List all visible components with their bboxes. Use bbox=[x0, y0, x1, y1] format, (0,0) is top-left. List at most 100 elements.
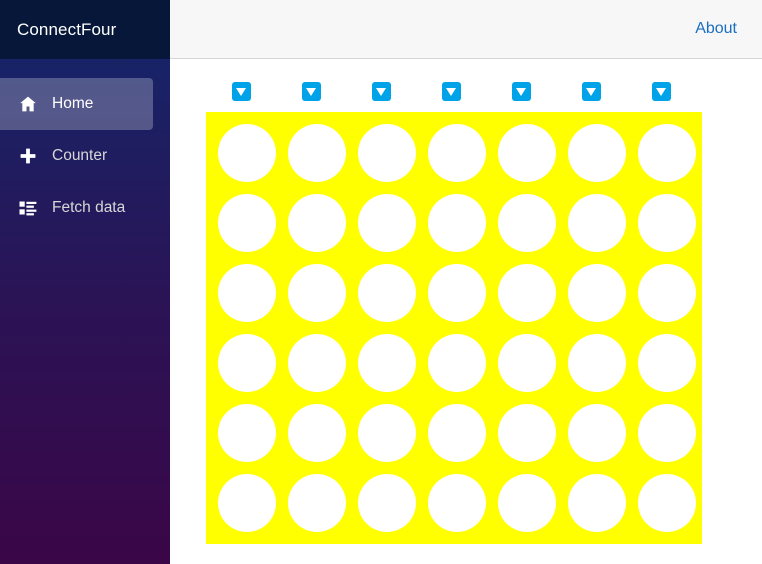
board-cell[interactable] bbox=[632, 328, 702, 398]
disc-empty bbox=[428, 124, 486, 182]
disc-empty bbox=[288, 404, 346, 462]
board-cell[interactable] bbox=[562, 258, 632, 328]
drop-button-column-3[interactable] bbox=[371, 82, 391, 101]
chevron-down-icon bbox=[586, 87, 596, 96]
disc-empty bbox=[638, 334, 696, 392]
board-cell[interactable] bbox=[212, 188, 282, 258]
sidebar-nav-list: Home Counter Fetch data bbox=[0, 59, 170, 234]
about-link[interactable]: About bbox=[695, 20, 737, 38]
drop-button-row bbox=[170, 59, 762, 101]
board-cell[interactable] bbox=[632, 258, 702, 328]
board-cell[interactable] bbox=[492, 188, 562, 258]
disc-empty bbox=[358, 404, 416, 462]
chevron-down-icon bbox=[376, 87, 386, 96]
board-cell[interactable] bbox=[562, 468, 632, 538]
sidebar-item-counter[interactable]: Counter bbox=[0, 130, 153, 182]
disc-empty bbox=[288, 124, 346, 182]
board-cell[interactable] bbox=[352, 188, 422, 258]
board-cell[interactable] bbox=[562, 188, 632, 258]
disc-empty bbox=[218, 404, 276, 462]
drop-button-column-5[interactable] bbox=[511, 82, 531, 101]
drop-cell-7 bbox=[626, 82, 696, 101]
disc-empty bbox=[358, 334, 416, 392]
disc-empty bbox=[498, 474, 556, 532]
board-cell[interactable] bbox=[352, 468, 422, 538]
disc-empty bbox=[358, 194, 416, 252]
board-cell[interactable] bbox=[422, 118, 492, 188]
disc-empty bbox=[288, 334, 346, 392]
disc-empty bbox=[218, 264, 276, 322]
home-icon bbox=[17, 93, 39, 115]
board-cell[interactable] bbox=[632, 468, 702, 538]
app-root: ConnectFour Home Counter Fetch data Abou… bbox=[0, 0, 762, 564]
disc-empty bbox=[568, 404, 626, 462]
top-bar: About bbox=[170, 0, 762, 59]
board-cell[interactable] bbox=[352, 118, 422, 188]
disc-empty bbox=[498, 264, 556, 322]
board-cell[interactable] bbox=[492, 328, 562, 398]
drop-button-column-6[interactable] bbox=[581, 82, 601, 101]
board-cell[interactable] bbox=[492, 118, 562, 188]
board-cell[interactable] bbox=[632, 398, 702, 468]
disc-empty bbox=[498, 194, 556, 252]
disc-empty bbox=[218, 124, 276, 182]
disc-empty bbox=[428, 334, 486, 392]
chevron-down-icon bbox=[516, 87, 526, 96]
board-cell[interactable] bbox=[422, 328, 492, 398]
disc-empty bbox=[288, 264, 346, 322]
drop-cell-4 bbox=[416, 82, 486, 101]
plus-icon bbox=[17, 145, 39, 167]
chevron-down-icon bbox=[236, 87, 246, 96]
board-cell[interactable] bbox=[282, 398, 352, 468]
disc-empty bbox=[218, 474, 276, 532]
drop-button-column-4[interactable] bbox=[441, 82, 461, 101]
disc-empty bbox=[568, 334, 626, 392]
disc-empty bbox=[428, 474, 486, 532]
board-cell[interactable] bbox=[562, 398, 632, 468]
board-cell[interactable] bbox=[632, 118, 702, 188]
drop-button-column-2[interactable] bbox=[301, 82, 321, 101]
drop-button-column-7[interactable] bbox=[651, 82, 671, 101]
board-cell[interactable] bbox=[422, 188, 492, 258]
board-cell[interactable] bbox=[352, 258, 422, 328]
board-cell[interactable] bbox=[282, 258, 352, 328]
board-cell[interactable] bbox=[212, 118, 282, 188]
board-cell[interactable] bbox=[422, 258, 492, 328]
sidebar-item-label: Home bbox=[52, 95, 94, 112]
board-cell[interactable] bbox=[422, 468, 492, 538]
sidebar-item-home[interactable]: Home bbox=[0, 78, 153, 130]
board-cell[interactable] bbox=[492, 398, 562, 468]
board-cell[interactable] bbox=[352, 398, 422, 468]
board-cell[interactable] bbox=[422, 398, 492, 468]
drop-button-column-1[interactable] bbox=[231, 82, 251, 101]
disc-empty bbox=[568, 474, 626, 532]
brand-header[interactable]: ConnectFour bbox=[0, 0, 170, 59]
sidebar-item-fetch-data[interactable]: Fetch data bbox=[0, 182, 153, 234]
board-cell[interactable] bbox=[352, 328, 422, 398]
board-cell[interactable] bbox=[282, 118, 352, 188]
board-cell[interactable] bbox=[562, 118, 632, 188]
board-cell[interactable] bbox=[632, 188, 702, 258]
disc-empty bbox=[498, 404, 556, 462]
board-cell[interactable] bbox=[212, 258, 282, 328]
disc-empty bbox=[288, 474, 346, 532]
chevron-down-icon bbox=[446, 87, 456, 96]
board-cell[interactable] bbox=[282, 188, 352, 258]
disc-empty bbox=[428, 404, 486, 462]
board-cell[interactable] bbox=[492, 468, 562, 538]
board-cell[interactable] bbox=[492, 258, 562, 328]
disc-empty bbox=[638, 194, 696, 252]
main-area: About bbox=[170, 0, 762, 564]
board-cell[interactable] bbox=[282, 468, 352, 538]
board-cell[interactable] bbox=[212, 468, 282, 538]
game-board bbox=[206, 112, 702, 544]
disc-empty bbox=[288, 194, 346, 252]
disc-empty bbox=[568, 124, 626, 182]
disc-empty bbox=[428, 264, 486, 322]
chevron-down-icon bbox=[306, 87, 316, 96]
board-cell[interactable] bbox=[282, 328, 352, 398]
board-cell[interactable] bbox=[212, 398, 282, 468]
board-cell[interactable] bbox=[562, 328, 632, 398]
board-cell[interactable] bbox=[212, 328, 282, 398]
disc-empty bbox=[638, 404, 696, 462]
